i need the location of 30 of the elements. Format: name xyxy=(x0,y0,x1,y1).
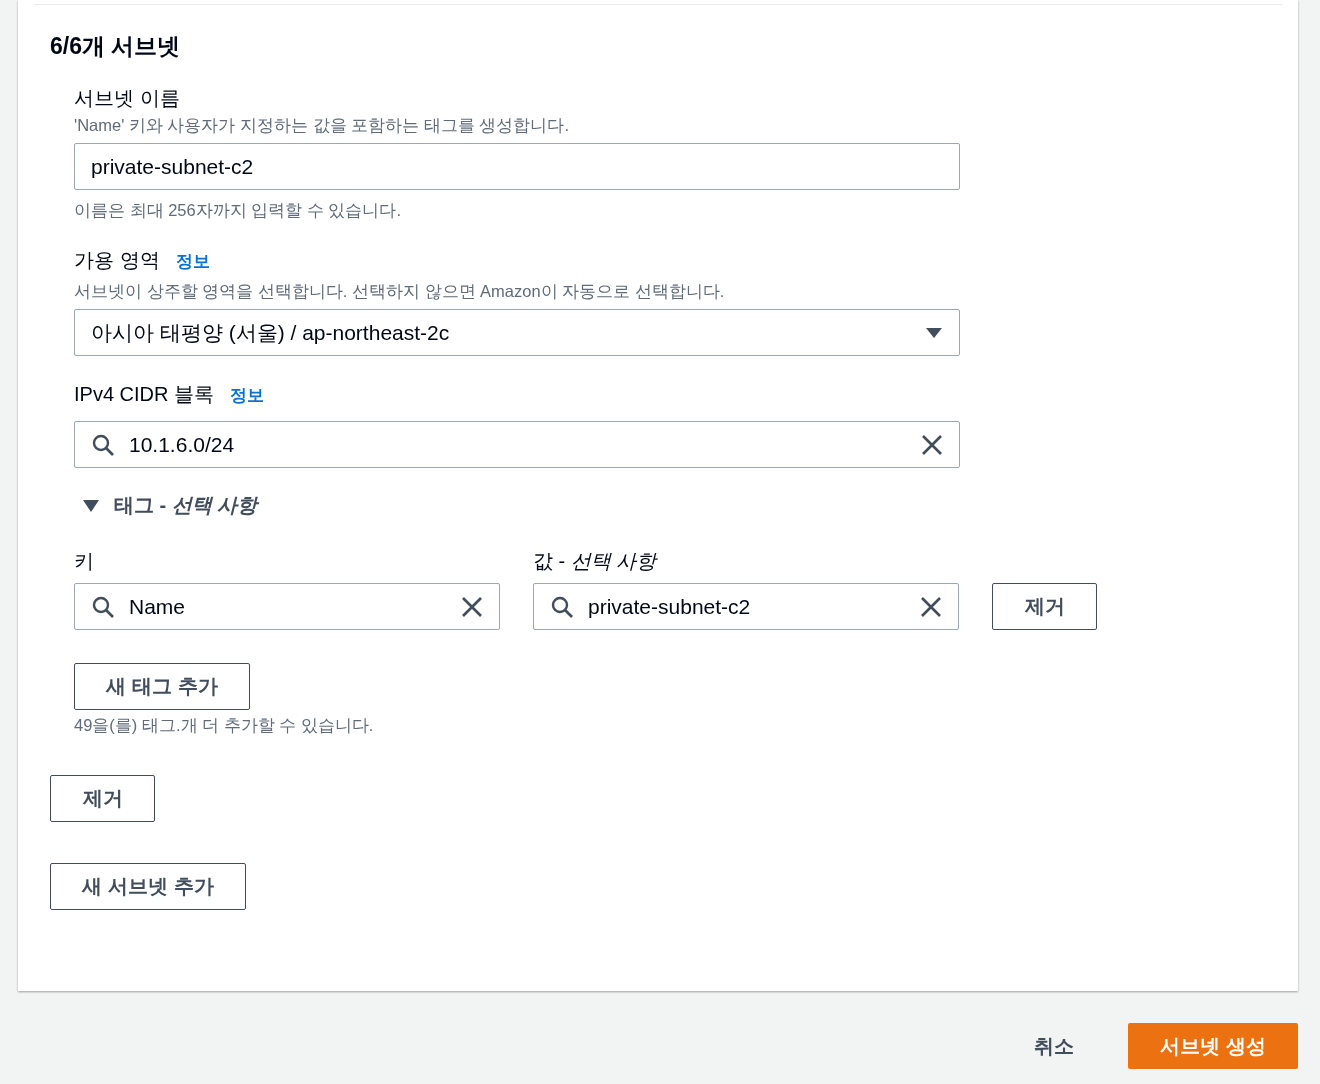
remove-subnet-button[interactable]: 제거 xyxy=(50,775,155,822)
search-icon xyxy=(91,432,115,457)
tag-key-field[interactable]: Name xyxy=(74,583,500,630)
column-label: 값 - 선택 사항 xyxy=(533,549,659,573)
field-label: IPv4 CIDR 블록 xyxy=(74,382,215,406)
info-link[interactable]: 정보 xyxy=(230,384,265,407)
caret-down-icon xyxy=(925,326,943,339)
field-description: 서브넷이 상주할 영역을 선택합니다. 선택하지 않으면 Amazon이 자동으로 선택합니다. xyxy=(74,281,726,302)
tag-value-field[interactable]: private-subnet-c2 xyxy=(533,583,959,630)
search-icon xyxy=(91,594,115,619)
remove-tag-button[interactable]: 제거 xyxy=(992,583,1097,630)
clear-icon[interactable] xyxy=(921,433,943,456)
tag-limit-note: 49을(를) 태그.개 더 추가할 수 있습니다. xyxy=(74,715,375,736)
search-icon xyxy=(550,594,574,619)
column-label: 키 xyxy=(74,549,95,573)
clear-icon[interactable] xyxy=(920,595,942,618)
clear-icon[interactable] xyxy=(461,595,483,618)
info-link[interactable]: 정보 xyxy=(175,250,210,273)
subnet-name-field[interactable]: private-subnet-c2 xyxy=(74,143,960,190)
section-heading: 6/6개 서브넷 xyxy=(50,32,181,60)
field-label: 서브넷 이름 xyxy=(74,86,181,110)
tags-expander[interactable]: 태그 - 선택 사항 xyxy=(74,492,1097,519)
field-constraint: 이름은 최대 256자까지 입력할 수 있습니다. xyxy=(74,200,403,221)
add-tag-button[interactable]: 새 태그 추가 xyxy=(74,663,250,710)
field-description: 'Name' 키와 사용자가 지정하는 값을 포함하는 태그를 생성합니다. xyxy=(74,115,570,136)
field-label: 가용 영역 xyxy=(74,248,160,272)
cancel-button[interactable]: 취소 xyxy=(1028,1031,1080,1061)
availability-zone-dropdown[interactable]: 아시아 태평양 (서울) / ap-northeast-2c xyxy=(74,309,960,356)
cidr-search-field[interactable]: 10.1.6.0/24 xyxy=(74,421,960,468)
add-subnet-button[interactable]: 새 서브넷 추가 xyxy=(50,863,246,910)
